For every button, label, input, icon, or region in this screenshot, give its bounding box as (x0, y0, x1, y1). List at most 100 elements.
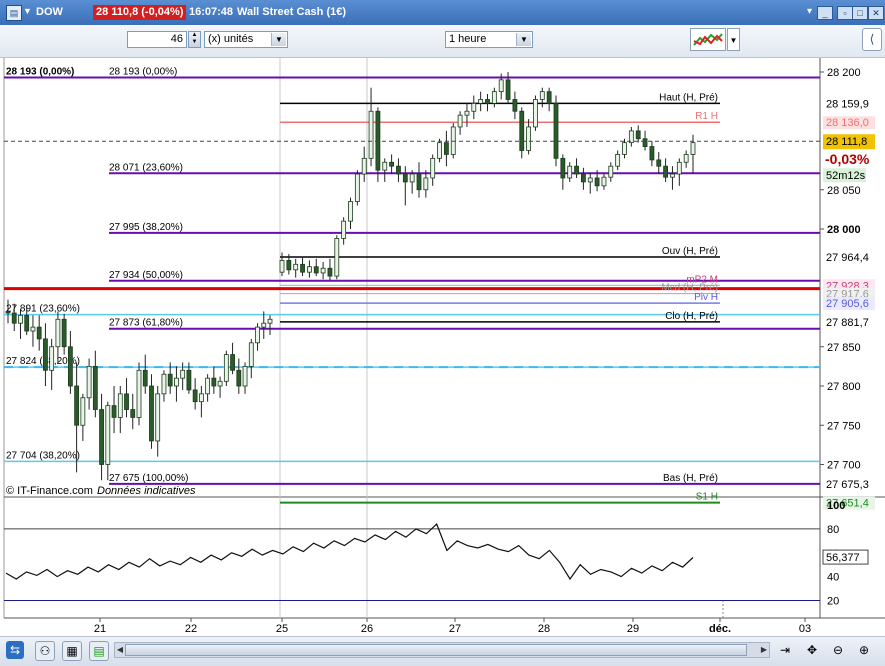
candle-body (334, 238, 340, 277)
osc-value-label: 56,377 (826, 552, 860, 564)
indicator-chart-icon (693, 33, 723, 46)
candle-body (124, 393, 129, 410)
indicators-button[interactable] (690, 28, 726, 51)
chevron-down-icon: ▼ (516, 33, 531, 46)
axis-label-fibo-100: 27 675,3 (826, 479, 869, 491)
level-label-fibo-61: 27 873 (61,80%) (109, 318, 183, 329)
candle-body (36, 326, 42, 340)
level-label-fibo-100: 27 675 (100,00%) (109, 473, 189, 484)
zoom-in-icon[interactable]: ⊕ (855, 641, 873, 659)
candle-body (286, 259, 292, 271)
candle-body (43, 338, 48, 371)
candle-body (354, 173, 360, 202)
x-tick-label: 26 (361, 623, 373, 635)
quantity-stepper[interactable]: ▲ ▼ (188, 31, 201, 48)
candle-body (92, 365, 98, 410)
candle-body (491, 91, 497, 104)
candle-body (443, 142, 449, 155)
candle-body (690, 142, 696, 155)
candle-body (622, 142, 627, 155)
candle-body (306, 266, 312, 273)
candle-body (423, 177, 429, 191)
osc-series-line (5, 523, 694, 581)
clock-label: 16:07:48 (189, 6, 234, 18)
link-icon[interactable]: ⚇ (35, 641, 55, 661)
y-tick-label: 27 750 (827, 420, 861, 432)
chart-area[interactable]: 28 200 28 050 28 000 27 850 27 800 27 750 27 7… (0, 58, 885, 636)
menu-icon[interactable]: ▾ (807, 6, 812, 17)
minimize-icon[interactable]: _ (817, 6, 833, 20)
candle-body (248, 342, 254, 367)
side-panel-toggle[interactable]: ⟨ (862, 28, 882, 51)
candle-body (375, 110, 381, 171)
y-tick-label: 28 200 (827, 67, 861, 79)
candle-body (341, 220, 347, 239)
candle-body (320, 267, 326, 274)
app-menu-icon[interactable]: ▤ (6, 5, 22, 21)
candle-body (161, 373, 167, 395)
candle-body (142, 369, 148, 387)
candle-body (261, 322, 267, 328)
level-label-piv: Piv H (694, 292, 718, 303)
close-icon[interactable]: ✕ (868, 6, 884, 20)
zoom-out-icon[interactable]: ⊖ (829, 641, 847, 659)
candle-body (512, 99, 518, 112)
candle-body (279, 259, 285, 273)
axis-label-ouv: 27 964,4 (826, 252, 869, 264)
cursor-icon[interactable]: ✥ (803, 641, 821, 659)
candle-body (49, 346, 55, 371)
unit-value: (x) unités (208, 33, 254, 45)
candle-body (211, 377, 217, 387)
candle-body (601, 176, 607, 187)
chart-toolbar: ▲▼ (x) unités ▼ 1 heure ▼ ▼ ⟨ (0, 25, 885, 58)
candle-body (615, 154, 621, 167)
level-label-fibo-38: 27 995 (38,20%) (109, 222, 183, 233)
chevron-down-icon[interactable]: ▼ (23, 6, 32, 16)
candle-body (327, 267, 333, 277)
candle-body (656, 159, 662, 167)
unit-select[interactable]: (x) unités ▼ (204, 31, 288, 48)
price-chart[interactable]: 28 200 28 050 28 000 27 850 27 800 27 750 27 7… (0, 58, 885, 636)
x-tick-label: 28 (538, 623, 550, 635)
candle-body (180, 369, 186, 379)
candle-body (230, 354, 235, 371)
scroll-left-icon[interactable]: ◀ (115, 643, 125, 657)
next-icon[interactable]: ⇥ (776, 641, 794, 659)
share-icon[interactable]: ⇆ (6, 641, 24, 659)
candle-body (86, 365, 92, 399)
oscillator-plot: 1008060402056,377 (4, 500, 869, 608)
symbol-label: DOW (36, 6, 63, 18)
y-tick-label: 28 050 (827, 185, 861, 197)
level-label-s1: S1 H (696, 492, 718, 503)
title-bar: ▤ ▼ DOW 28 110,8 (-0,04%) 16:07:48 Wall … (0, 0, 885, 25)
x-tick-label: déc. (709, 623, 731, 635)
candle-body (382, 161, 388, 171)
scroll-thumb[interactable] (125, 644, 747, 656)
variation-label: -0,03% (825, 151, 870, 167)
indicators-dropdown[interactable]: ▼ (727, 28, 740, 51)
watermark-note: Données indicatives (97, 485, 196, 497)
level-label-clo: Clo (H, Pré) (665, 311, 718, 322)
candle-body (61, 318, 67, 348)
top-left-label: 28 193 (0,00%) (6, 66, 74, 77)
candle-body (30, 326, 36, 332)
quantity-input[interactable] (127, 31, 187, 48)
candle-body (242, 365, 248, 387)
candle-body (67, 346, 73, 387)
grid-icon[interactable]: ▤ (89, 641, 109, 661)
level-label-fibo-0: 28 193 (0,00%) (109, 66, 177, 77)
candle-body (553, 103, 559, 159)
level-label-fibo-23: 28 071 (23,60%) (109, 162, 183, 173)
period-select[interactable]: 1 heure ▼ (445, 31, 533, 48)
scroll-right-icon[interactable]: ▶ (759, 643, 769, 657)
candle-body (471, 103, 477, 112)
time-scrollbar[interactable]: ◀ ▶ (114, 642, 770, 658)
level-label-ouv: Ouv (H, Pré) (662, 246, 718, 257)
maximize-icon[interactable]: □ (852, 6, 868, 20)
candle-body (608, 165, 614, 178)
candle-body (11, 312, 17, 324)
y-tick-label: 27 850 (827, 342, 861, 354)
restore-icon[interactable]: ▫ (837, 6, 853, 20)
chart-type-icon[interactable]: ▦ (62, 641, 82, 661)
level-label-haut: Haut (H, Pré) (659, 92, 718, 103)
